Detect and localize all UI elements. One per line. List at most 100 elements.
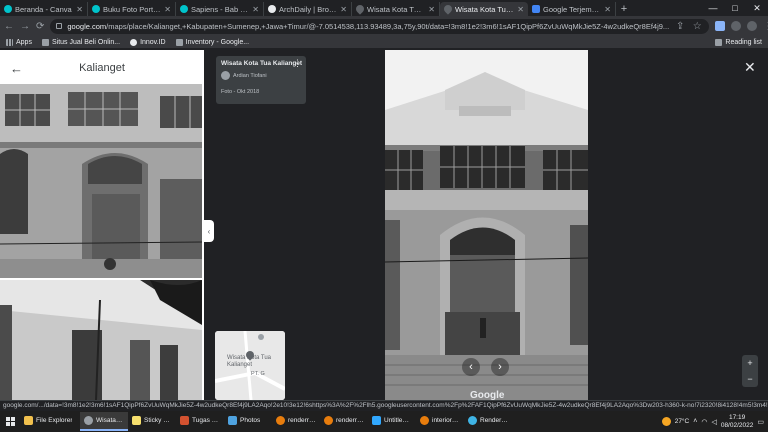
taskbar-item-photos[interactable]: Photos: [224, 412, 272, 431]
canva-icon: [4, 5, 12, 13]
star-icon[interactable]: ☆: [691, 21, 703, 32]
minimize-button[interactable]: —: [702, 0, 724, 16]
main-photo[interactable]: [385, 50, 588, 400]
address-bar[interactable]: google.com/maps/place/Kalianget,+Kabupat…: [50, 18, 710, 34]
status-url-bubble: google.com/.../data=!3m8!1e2!3m6!1sAF1Qi…: [0, 400, 768, 411]
blender-icon: [276, 416, 285, 425]
blender-icon: [324, 416, 333, 425]
tab-beranda-canva[interactable]: Beranda - Canva ✕: [0, 2, 88, 16]
bookmark-label: Innov.ID: [140, 38, 166, 46]
apps-grid-icon: [6, 38, 13, 46]
taskbar-item-interior[interactable]: interior - S...: [416, 412, 464, 431]
close-icon[interactable]: ✕: [252, 5, 259, 14]
zoom-in-button[interactable]: +: [747, 358, 752, 368]
taskbar-label: File Explorer: [36, 417, 73, 424]
close-viewer-button[interactable]: ✕: [744, 60, 756, 74]
photos-icon: [228, 416, 237, 425]
close-icon[interactable]: ✕: [76, 5, 83, 14]
close-icon[interactable]: ✕: [164, 5, 171, 14]
reading-list-button[interactable]: Reading list: [715, 36, 762, 49]
lock-icon[interactable]: [56, 23, 63, 29]
taskbar-label: Wisata Kot...: [96, 417, 124, 424]
new-tab-button[interactable]: +: [616, 2, 632, 16]
previous-photo-button[interactable]: ‹: [462, 358, 480, 376]
innov-icon: [130, 38, 138, 46]
close-icon[interactable]: ✕: [604, 5, 611, 14]
wifi-icon[interactable]: ◠: [701, 418, 707, 426]
back-button[interactable]: ←: [4, 21, 14, 32]
back-arrow-icon[interactable]: ←: [10, 61, 30, 76]
taskbar-item-renderrr-2[interactable]: renderrr - S...: [320, 412, 368, 431]
bookmark-innov[interactable]: Innov.ID: [130, 38, 166, 46]
extensions-puzzle-icon[interactable]: [731, 21, 742, 31]
photo-place-title[interactable]: Wisata Kota Tua Kalianget: [221, 60, 302, 67]
place-title: Kalianget: [79, 62, 125, 74]
weather-sun-icon[interactable]: [661, 417, 671, 426]
map-place-label: Wisata Kota Tua Kalianget: [227, 355, 272, 368]
close-icon[interactable]: ✕: [428, 5, 435, 14]
window-close-button[interactable]: ✕: [746, 0, 768, 16]
screen: Beranda - Canva✕ Buku Foto Portfolio F✕ …: [0, 0, 768, 432]
clock-time: 17:19: [728, 413, 746, 421]
taskbar-label: Render Ka...: [480, 417, 508, 424]
maps-photo-viewer: ← Kalianget ‹ Wisata Kota Tua Kalianget …: [0, 50, 768, 401]
reload-button[interactable]: ⟳: [36, 21, 44, 32]
clock-date: 08/02/2022: [720, 421, 754, 429]
tab-wisata-1[interactable]: Wisata Kota Tua Kali✕: [352, 2, 440, 16]
photo-author[interactable]: Ardian Tiofani: [221, 71, 301, 80]
tab-google-terjemahan[interactable]: Google Terjemahan✕: [528, 2, 616, 16]
author-name: Ardian Tiofani: [233, 72, 267, 79]
canva-icon: [180, 5, 188, 13]
photoshop-icon: [372, 416, 381, 425]
close-icon[interactable]: ✕: [517, 5, 524, 14]
reading-list-label: Reading list: [725, 39, 762, 46]
next-photo-button[interactable]: ›: [491, 358, 509, 376]
notification-icon[interactable]: ▭: [757, 418, 764, 426]
share-icon[interactable]: ⇪: [674, 21, 686, 32]
windows-taskbar: File Explorer Wisata Kot... Sticky Notes…: [0, 411, 768, 432]
building-facade-photo: [0, 84, 202, 278]
tab-archdaily[interactable]: ArchDaily | Broadcast✕: [264, 2, 352, 16]
bookmark-situs-jual-beli[interactable]: Situs Jual Beli Onlin...: [41, 38, 120, 46]
taskbar-item-photoshop[interactable]: Untitled-2 ...: [368, 412, 416, 431]
bookmark-label: Apps: [16, 38, 32, 46]
taskbar-item-render-ka[interactable]: Render Ka...: [464, 412, 512, 431]
close-icon[interactable]: ✕: [340, 5, 347, 14]
clock[interactable]: 17:19 08/02/2022: [721, 414, 754, 430]
drive-icon: [175, 38, 183, 46]
extension-icon[interactable]: [715, 21, 726, 31]
url-host: google.com: [67, 21, 107, 31]
taskbar-item-chrome[interactable]: Wisata Kot...: [80, 412, 128, 431]
taskbar-label: Photos: [240, 417, 261, 424]
taskbar-item-renderrr-1[interactable]: renderrr - S...: [272, 412, 320, 431]
tab-buku-foto[interactable]: Buku Foto Portfolio F✕: [88, 2, 176, 16]
browser-toolbar: ← → ⟳ google.com/maps/place/Kalianget,+K…: [0, 16, 768, 36]
weather-temperature[interactable]: 27°C: [675, 418, 690, 425]
zoom-out-button[interactable]: −: [747, 374, 752, 384]
zoom-controls: + −: [742, 355, 758, 387]
profile-avatar-icon[interactable]: [747, 21, 758, 31]
taskbar-item-file-explorer[interactable]: File Explorer: [20, 412, 80, 431]
bookmark-inventory[interactable]: Inventory - Google...: [175, 38, 249, 46]
photo-thumbnail[interactable]: [0, 84, 202, 278]
mini-map[interactable]: Wisata Kota Tua Kalianget PT. G: [215, 331, 285, 400]
kota-tua-building-photo: [385, 50, 588, 400]
street-building-photo: [0, 280, 202, 400]
maximize-button[interactable]: □: [724, 0, 746, 16]
more-options-icon[interactable]: ⋮: [293, 59, 302, 68]
photo-thumbnail[interactable]: [0, 280, 202, 400]
tab-label: ArchDaily | Broadcast: [279, 4, 338, 14]
tab-sapiens[interactable]: Sapiens - Bab 14. Pe✕: [176, 2, 264, 16]
tab-wisata-active[interactable]: Wisata Kota Tua Kalia✕: [440, 2, 528, 16]
tab-label: Wisata Kota Tua Kalia: [455, 4, 514, 14]
start-button[interactable]: [0, 411, 20, 432]
tab-label: Sapiens - Bab 14. Pe: [191, 4, 249, 14]
menu-kebab-icon[interactable]: ⋮: [763, 21, 768, 32]
bookmark-apps[interactable]: Apps: [6, 38, 32, 46]
taskbar-item-powerpoint[interactable]: Tugas 3_Fat...: [176, 412, 224, 431]
chevron-up-icon[interactable]: ˄: [693, 418, 697, 425]
forward-button[interactable]: →: [20, 21, 30, 32]
collapse-panel-button[interactable]: ‹: [204, 220, 214, 242]
taskbar-item-sticky-notes[interactable]: Sticky Notes: [128, 412, 176, 431]
volume-icon[interactable]: ◁: [711, 418, 716, 426]
